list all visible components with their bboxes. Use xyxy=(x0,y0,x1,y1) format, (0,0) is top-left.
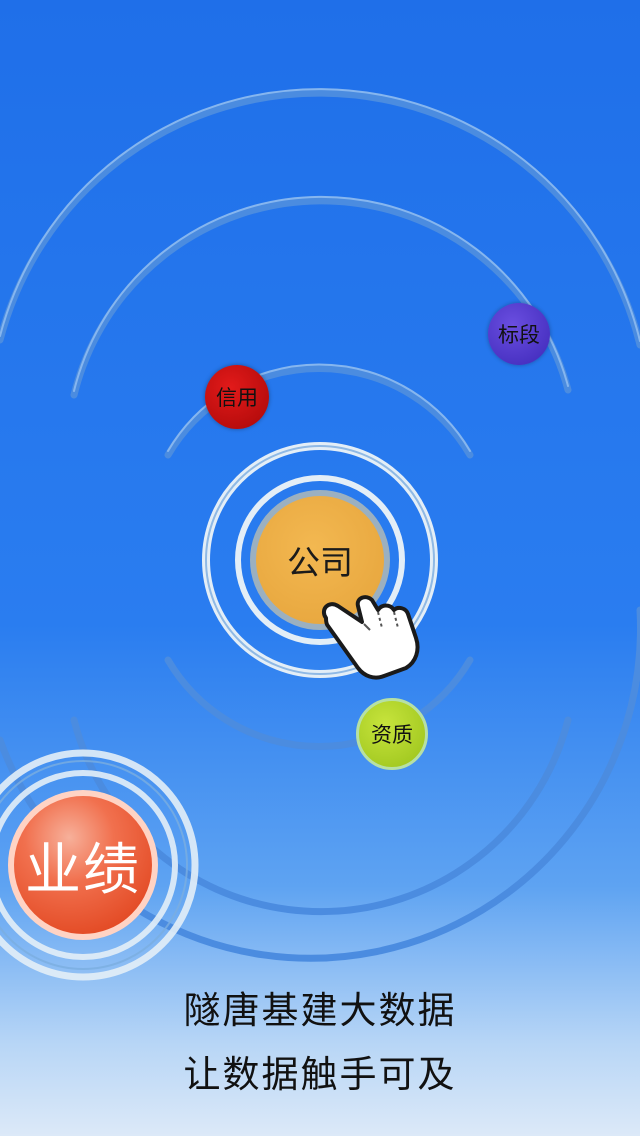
bubble-performance-label: 业绩 xyxy=(25,837,141,903)
tagline-line-1: 隧唐基建大数据 xyxy=(183,989,457,1032)
bubble-qualification[interactable]: 资质 xyxy=(356,698,428,770)
bubble-section[interactable]: 标段 xyxy=(488,303,550,365)
splash-screen: 信用 标段 公司 资质 业绩 隧唐基建大数据 让数据触手可及 xyxy=(0,0,640,1136)
bubble-company-label: 公司 xyxy=(287,543,353,582)
tap-hand-icon xyxy=(321,595,420,680)
bubble-qualification-label: 资质 xyxy=(371,723,413,747)
tagline-line-2: 让数据触手可及 xyxy=(183,1053,457,1096)
bubble-credit-label: 信用 xyxy=(216,386,258,410)
bubble-credit[interactable]: 信用 xyxy=(205,365,269,429)
bubble-performance[interactable]: 业绩 xyxy=(8,790,158,940)
bubble-section-label: 标段 xyxy=(498,323,540,347)
